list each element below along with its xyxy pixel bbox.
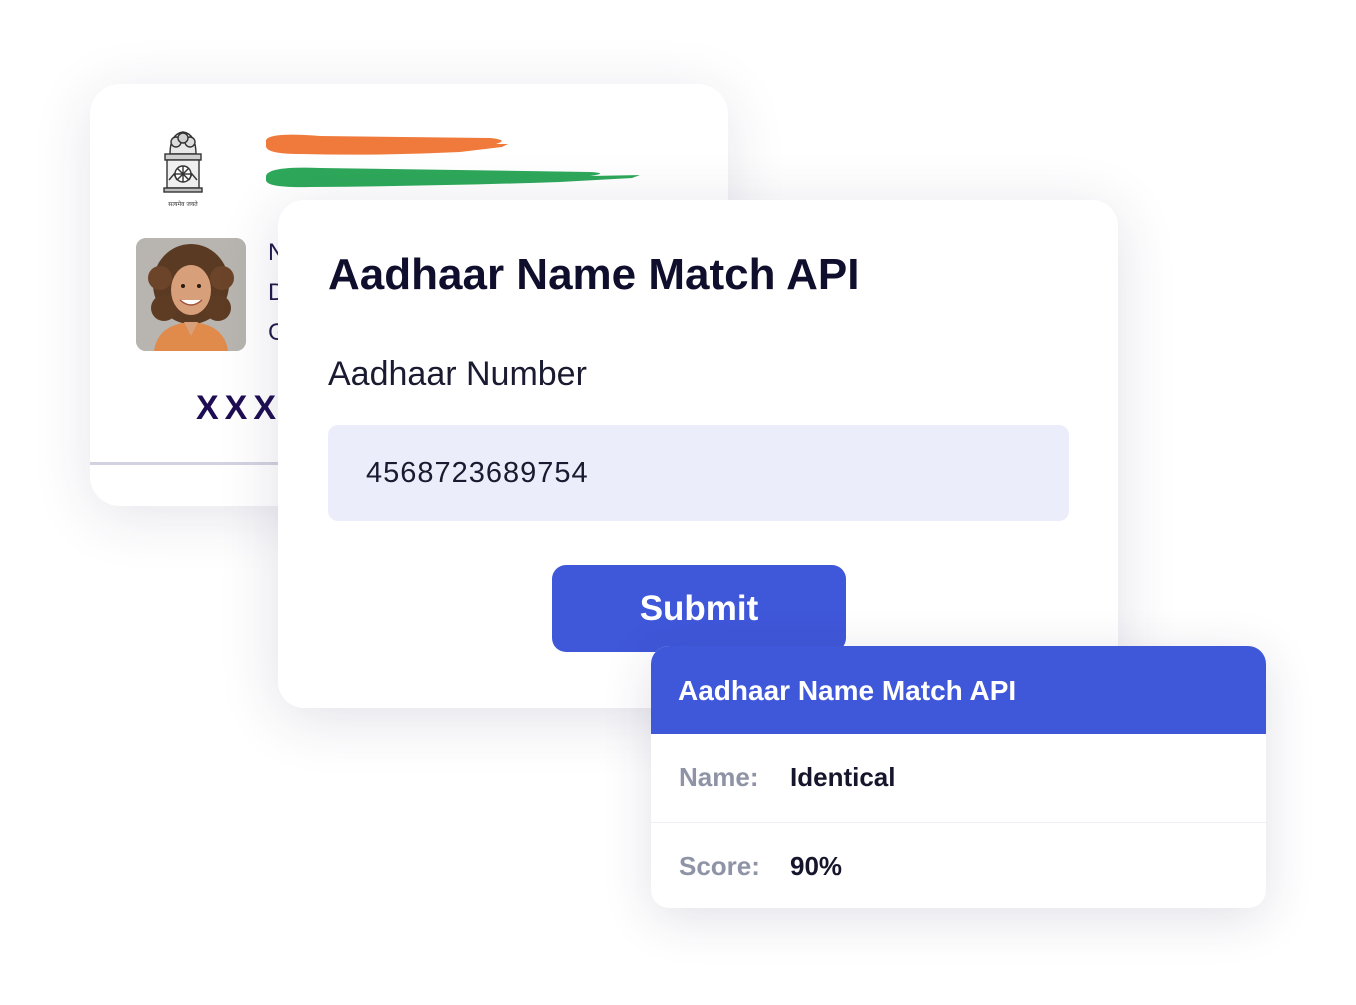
form-title: Aadhaar Name Match API — [328, 250, 860, 299]
result-title: Aadhaar Name Match API — [678, 675, 1017, 706]
canvas: सत्यमेव जयते N D G — [0, 0, 1356, 1005]
saffron-stripe — [266, 134, 508, 155]
person-avatar-icon — [136, 238, 246, 351]
result-header: Aadhaar Name Match API — [651, 646, 1266, 734]
result-value: Identical — [790, 762, 896, 792]
result-key: Name: — [679, 762, 759, 792]
result-value: 90% — [790, 851, 843, 881]
aadhaar-number-input[interactable] — [328, 425, 1069, 521]
green-stripe — [266, 167, 640, 188]
profile-photo — [136, 238, 246, 351]
result-row-name: Name: Identical — [651, 734, 1266, 823]
national-emblem-icon: सत्यमेव जयते — [163, 131, 203, 208]
result-key: Score: — [679, 851, 760, 881]
emblem-caption: सत्यमेव जयते — [168, 200, 198, 208]
tricolor-stripes — [266, 134, 640, 188]
form-card: Aadhaar Name Match API Aadhaar Number Su… — [278, 200, 1118, 708]
submit-button[interactable]: Submit — [552, 565, 846, 652]
masked-aadhaar-number: XXX — [196, 389, 283, 427]
aadhaar-number-label: Aadhaar Number — [328, 355, 587, 393]
result-row-score: Score: 90% — [651, 823, 1266, 908]
result-card: Aadhaar Name Match API Name: Identical S… — [651, 646, 1266, 908]
